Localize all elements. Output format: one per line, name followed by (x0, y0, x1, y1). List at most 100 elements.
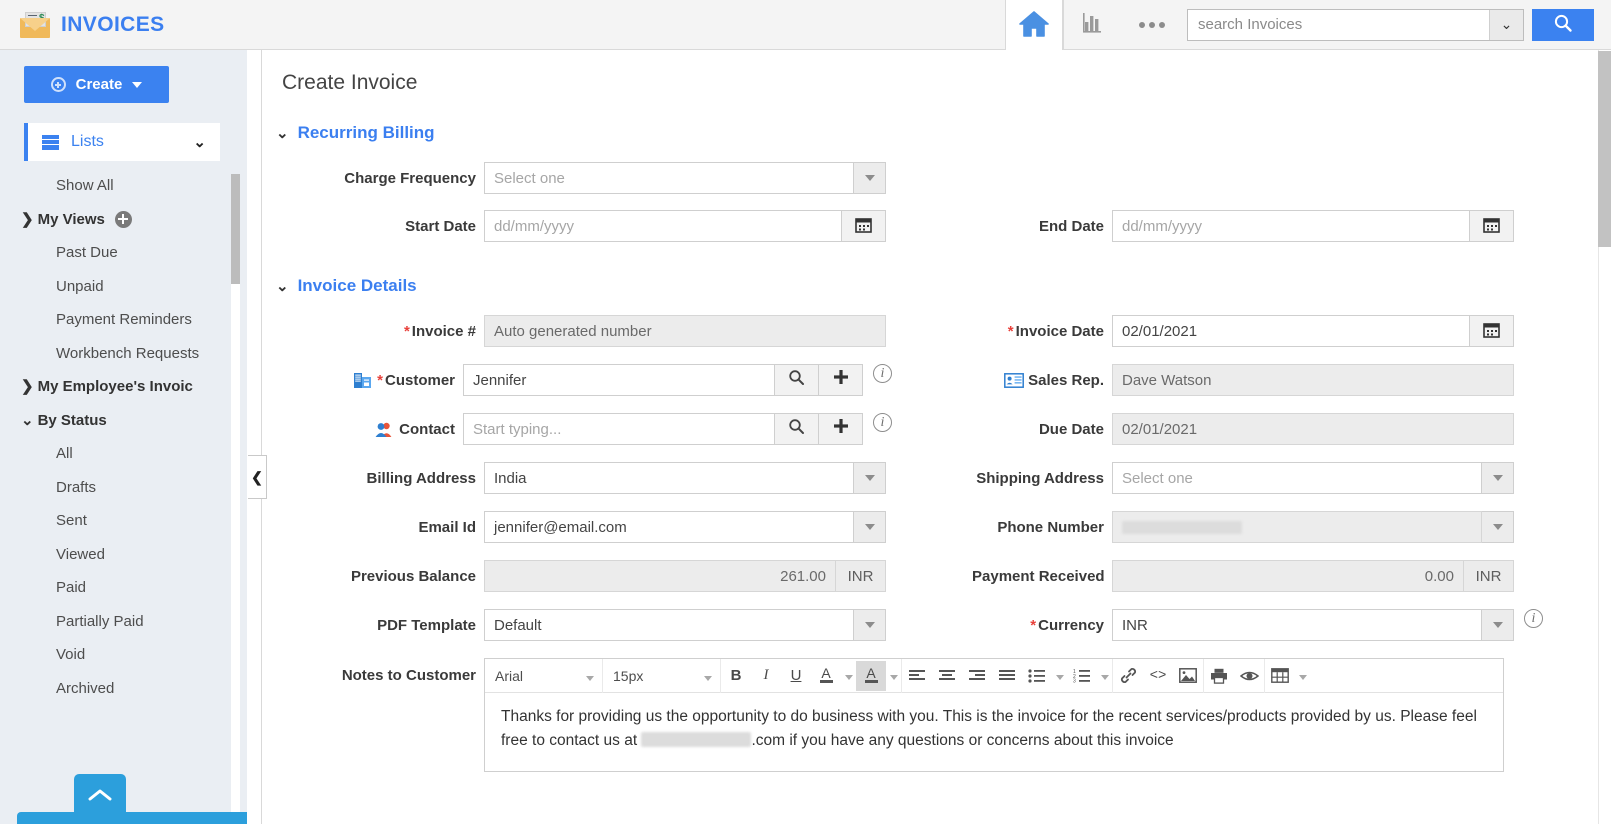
email-id-value[interactable]: jennifer@email.com (484, 511, 854, 543)
phone-number-field[interactable] (1112, 511, 1514, 543)
home-button[interactable] (1005, 0, 1063, 50)
bulleted-list-caret-icon[interactable] (1052, 661, 1067, 691)
reports-button[interactable] (1063, 0, 1121, 50)
invoice-date-calendar-button[interactable] (1470, 315, 1514, 347)
section-recurring-billing[interactable]: ⌄ Recurring Billing (276, 123, 1598, 143)
sidebar-item-all[interactable]: All (0, 437, 247, 471)
sidebar-item-my-employee-s-invoic[interactable]: ❯My Employee's Invoic (0, 370, 247, 404)
sidebar-item-drafts[interactable]: Drafts (0, 471, 247, 505)
sidebar-item-past-due[interactable]: Past Due (0, 236, 247, 270)
sidebar-item-paid[interactable]: Paid (0, 571, 247, 605)
notes-to-customer-editor[interactable]: Arial 15px B I U A A (484, 658, 1504, 772)
invoice-date-field[interactable]: 02/01/2021 (1112, 315, 1514, 347)
sidebar-item-workbench-requests[interactable]: Workbench Requests (0, 337, 247, 371)
customer-field[interactable]: Jennifer i (463, 364, 892, 396)
create-button[interactable]: Create (24, 66, 169, 103)
underline-icon[interactable]: U (781, 661, 811, 691)
bold-icon[interactable]: B (721, 661, 751, 691)
font-family-select[interactable]: Arial (485, 659, 603, 693)
billing-address-field[interactable]: India (484, 462, 886, 494)
pdf-template-dropdown-arrow[interactable] (854, 609, 886, 641)
contact-info-icon[interactable]: i (873, 413, 892, 432)
phone-number-dropdown-arrow[interactable] (1482, 511, 1514, 543)
end-date-field[interactable]: dd/mm/yyyy (1112, 210, 1514, 242)
align-justify-icon[interactable] (992, 661, 1022, 691)
contact-search-button[interactable] (775, 413, 819, 445)
image-icon[interactable] (1173, 661, 1203, 691)
pdf-template-value[interactable]: Default (484, 609, 854, 641)
sidebar-item-partially-paid[interactable]: Partially Paid (0, 605, 247, 639)
highlight-color-caret-icon[interactable] (886, 661, 901, 691)
numbered-list-icon[interactable]: 123 (1067, 661, 1097, 691)
contact-add-button[interactable] (819, 413, 863, 445)
more-options-button[interactable] (1121, 0, 1183, 50)
shipping-address-value[interactable]: Select one (1112, 462, 1482, 494)
currency-field[interactable]: INR i (1112, 609, 1543, 641)
font-size-select[interactable]: 15px (603, 659, 721, 693)
currency-dropdown-arrow[interactable] (1482, 609, 1514, 641)
customer-search-button[interactable] (775, 364, 819, 396)
currency-info-icon[interactable]: i (1524, 609, 1543, 628)
sidebar-item-archived[interactable]: Archived (0, 672, 247, 706)
sidebar-collapse-button[interactable]: ❮ (248, 455, 267, 499)
search-scope-dropdown[interactable]: ⌄ (1489, 10, 1523, 40)
invoice-date-value[interactable]: 02/01/2021 (1112, 315, 1470, 347)
start-date-value[interactable]: dd/mm/yyyy (484, 210, 842, 242)
italic-icon[interactable]: I (751, 661, 781, 691)
sidebar-item-sent[interactable]: Sent (0, 504, 247, 538)
sidebar-item-lists[interactable]: Lists ⌄ (24, 123, 220, 161)
sidebar-item-void[interactable]: Void (0, 638, 247, 672)
preview-icon[interactable] (1234, 661, 1264, 691)
currency-value[interactable]: INR (1112, 609, 1482, 641)
contact-value[interactable]: Start typing... (463, 413, 775, 445)
align-left-icon[interactable] (902, 661, 932, 691)
customer-value[interactable]: Jennifer (463, 364, 775, 396)
charge-frequency-value[interactable]: Select one (484, 162, 854, 194)
sidebar-scrollbar-thumb[interactable] (231, 174, 240, 284)
bulleted-list-icon[interactable] (1022, 661, 1052, 691)
phone-number-value[interactable] (1112, 511, 1482, 543)
customer-info-icon[interactable]: i (873, 364, 892, 383)
sidebar-item-viewed[interactable]: Viewed (0, 538, 247, 572)
people-icon (371, 421, 395, 438)
shipping-address-field[interactable]: Select one (1112, 462, 1514, 494)
contact-field[interactable]: Start typing... i (463, 413, 892, 445)
section-invoice-details[interactable]: ⌄ Invoice Details (276, 276, 1598, 296)
source-code-icon[interactable]: <> (1143, 661, 1173, 691)
text-color-icon[interactable]: A (811, 661, 841, 691)
main-scrollbar-thumb[interactable] (1598, 51, 1611, 247)
sidebar-item-show-all[interactable]: Show All (0, 169, 247, 203)
sidebar-item-unpaid[interactable]: Unpaid (0, 270, 247, 304)
link-icon[interactable] (1113, 661, 1143, 691)
add-view-icon[interactable] (115, 211, 132, 228)
sidebar-item-my-views[interactable]: ❯My Views (0, 203, 247, 237)
shipping-address-dropdown-arrow[interactable] (1482, 462, 1514, 494)
highlight-color-icon[interactable]: A (856, 661, 886, 691)
notes-to-customer-body[interactable]: Thanks for providing us the opportunity … (485, 693, 1503, 771)
sidebar-item-payment-reminders[interactable]: Payment Reminders (0, 303, 247, 337)
charge-frequency-field[interactable]: Select one (484, 162, 886, 194)
pdf-template-field[interactable]: Default (484, 609, 886, 641)
search-input[interactable] (1188, 10, 1489, 40)
search-button[interactable] (1532, 9, 1594, 41)
email-id-dropdown-arrow[interactable] (854, 511, 886, 543)
print-icon[interactable] (1204, 661, 1234, 691)
align-right-icon[interactable] (962, 661, 992, 691)
charge-frequency-dropdown-arrow[interactable] (854, 162, 886, 194)
text-color-caret-icon[interactable] (841, 661, 856, 691)
email-id-field[interactable]: jennifer@email.com (484, 511, 886, 543)
billing-address-dropdown-arrow[interactable] (854, 462, 886, 494)
billing-address-value[interactable]: India (484, 462, 854, 494)
end-date-value[interactable]: dd/mm/yyyy (1112, 210, 1470, 242)
table-caret-icon[interactable] (1295, 661, 1310, 691)
align-center-icon[interactable] (932, 661, 962, 691)
table-icon[interactable] (1265, 661, 1295, 691)
end-date-calendar-button[interactable] (1470, 210, 1514, 242)
customer-add-button[interactable] (819, 364, 863, 396)
start-date-field[interactable]: dd/mm/yyyy (484, 210, 886, 242)
numbered-list-caret-icon[interactable] (1097, 661, 1112, 691)
sidebar-item-by-status[interactable]: ⌄By Status (0, 404, 247, 438)
payment-received-currency-unit: INR (1464, 560, 1514, 592)
search-box[interactable]: ⌄ (1187, 9, 1524, 41)
start-date-calendar-button[interactable] (842, 210, 886, 242)
